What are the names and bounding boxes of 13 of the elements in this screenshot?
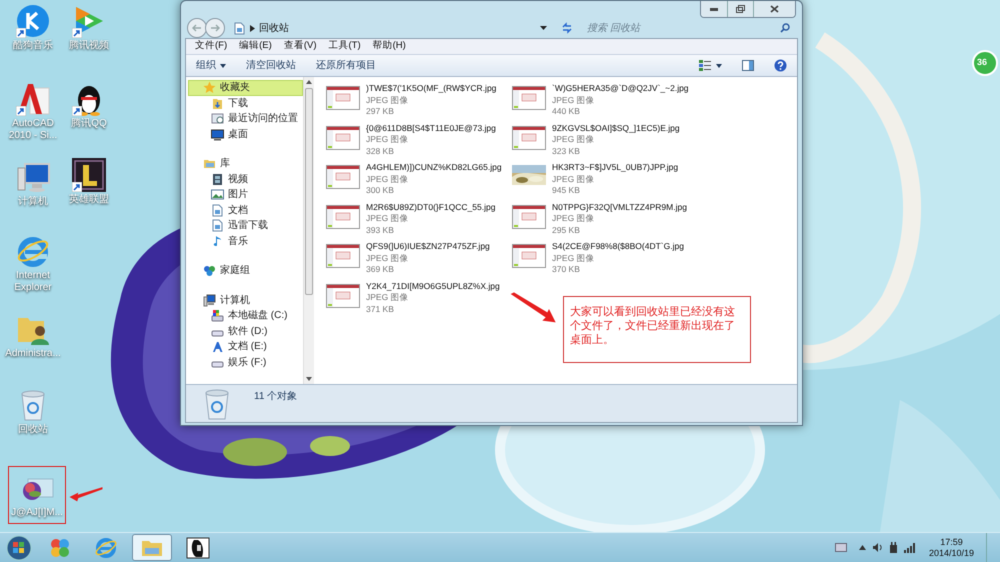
start-button[interactable] [4,534,34,562]
colorful-app-icon [48,536,72,558]
clock-date: 2014/10/19 [928,548,974,558]
browser-icon [94,536,118,558]
signal-icon [904,542,917,553]
power-plug-icon [888,542,898,554]
image-viewer-icon [186,536,210,558]
up-arrow-icon [858,545,866,550]
keyboard-icon [834,543,847,552]
clock-time: 17:59 [940,536,963,548]
windows-logo-icon [6,534,32,560]
clock[interactable]: 17:59 2014/10/19 [922,536,980,558]
volume-icon [872,542,883,553]
